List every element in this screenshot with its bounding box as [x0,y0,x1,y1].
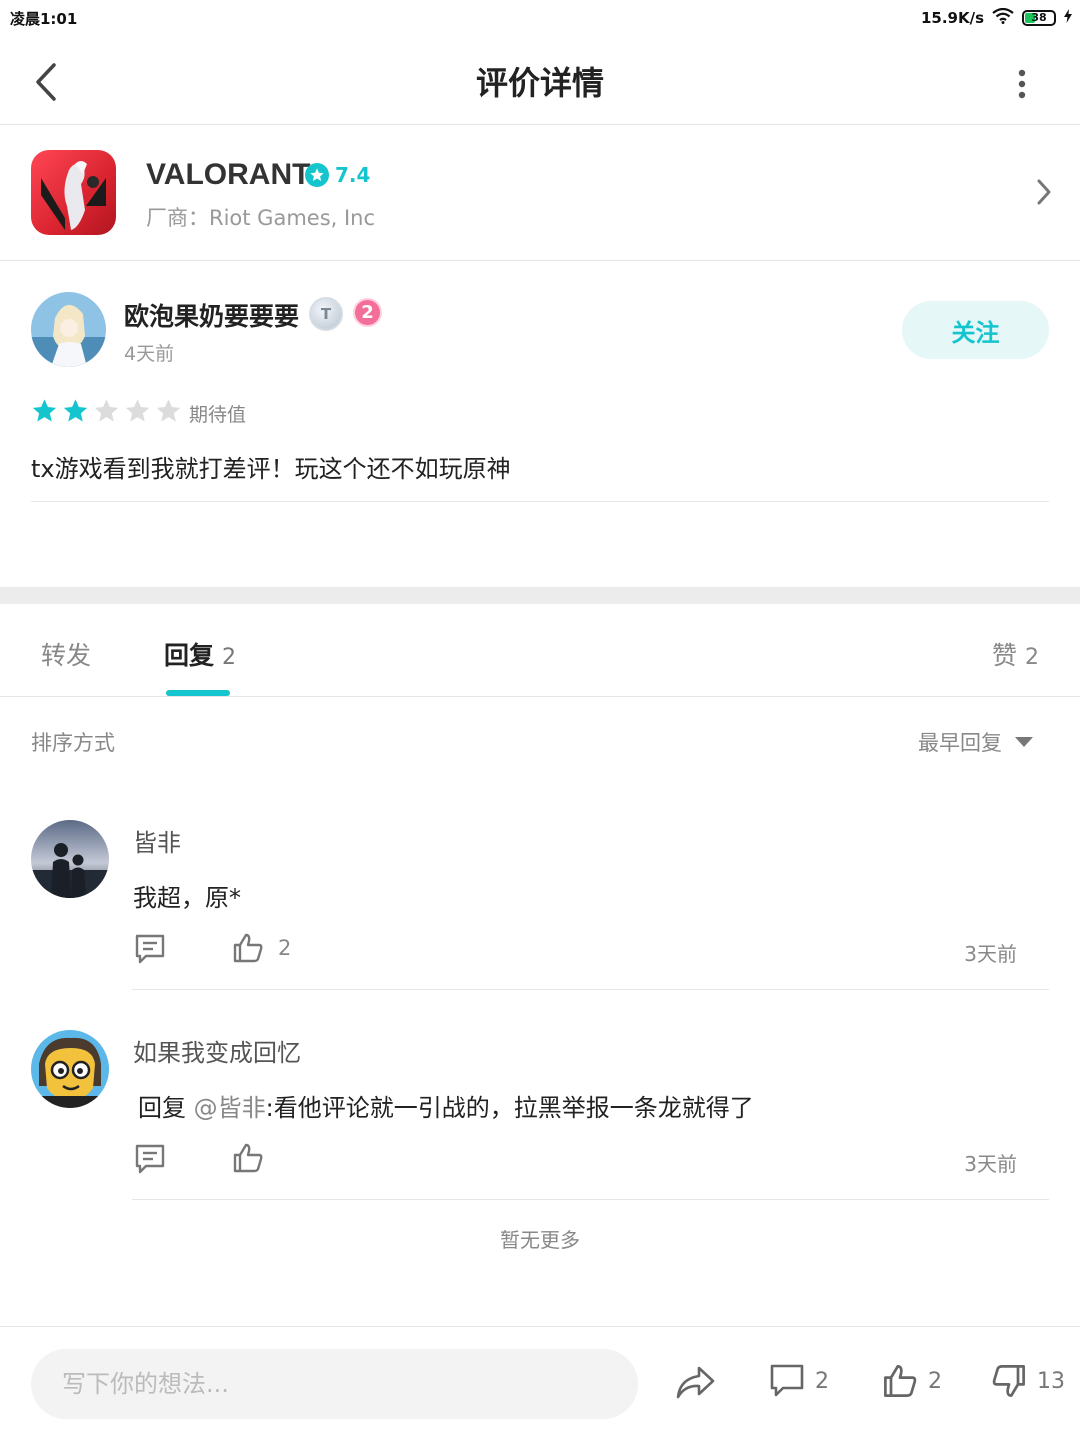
sort-value: 最早回复 [918,731,1002,755]
reply-prefix: 回复 [138,1094,194,1122]
comment-author[interactable]: 如果我变成回忆 [133,1033,301,1068]
follow-button[interactable]: 关注 [902,301,1049,359]
sort-dropdown[interactable]: 最早回复 [918,727,1034,757]
tab-like-label: 赞 [991,641,1017,670]
tab-bar: 转发 回复 2 赞2 [0,604,1080,697]
app-score: 7.4 [335,163,371,187]
active-tab-indicator [166,690,230,696]
divider [132,989,1049,990]
comment-bubble-icon [770,1364,804,1397]
comment-input[interactable] [31,1349,638,1419]
sort-label: 排序方式 [31,731,115,755]
thumbs-up-icon [233,933,263,963]
bottom-comment-button[interactable]: 2 [769,1363,829,1399]
reply-button[interactable] [134,1143,166,1179]
comment-time: 3天前 [964,942,1017,966]
comment-text: 我超，原* [133,884,241,912]
battery-icon: 38 [1022,10,1056,26]
bottom-like-count: 2 [928,1368,942,1394]
app-rating: 7.4 [305,163,370,187]
share-icon [676,1366,715,1399]
star-badge-icon [305,163,329,187]
comment-icon [135,934,165,964]
share-button[interactable] [675,1365,715,1401]
comment-icon [135,1144,165,1174]
more-vertical-icon [1018,69,1026,99]
divider [31,501,1049,502]
more-options-button[interactable] [1002,64,1042,104]
rating-stars [30,397,183,425]
app-icon [31,150,116,235]
comment-avatar[interactable] [31,1030,109,1108]
page-title: 评价详情 [475,64,604,102]
star-empty-icon [125,399,150,422]
mention-link[interactable]: @皆非 [194,1094,266,1122]
charging-icon [1064,9,1072,27]
thumbs-down-icon [992,1365,1025,1397]
review-time: 4天前 [124,343,175,365]
thumbs-up-icon [884,1365,917,1397]
star-filled-icon [63,399,88,422]
star-empty-icon [156,399,181,422]
tab-reply-count: 2 [222,645,237,670]
app-info-row[interactable]: VALORANT 7.4 厂商：Riot Games, Inc [0,126,1080,261]
status-time: 凌晨1:01 [10,10,78,28]
tab-like[interactable]: 赞2 [992,636,1039,672]
network-speed: 15.9K/s [920,9,984,27]
divider [132,1199,1049,1200]
bottom-dislike-button[interactable]: 13 [991,1363,1065,1399]
review-text: tx游戏看到我就打差评！玩这个还不如玩原神 [31,455,511,483]
bottom-dislike-count: 13 [1037,1368,1065,1394]
status-bar: 凌晨1:01 15.9K/s 38 [0,0,1080,36]
star-empty-icon [94,399,119,422]
no-more-text: 暂无更多 [500,1228,580,1252]
review-author-name[interactable]: 欧泡果奶要要要 [124,297,299,333]
reply-text: :看他评论就一引战的，拉黑举报一条龙就得了 [265,1094,754,1122]
level-badge: T [309,297,343,331]
tab-reply-label: 回复 [164,641,215,670]
bottom-comment-count: 2 [815,1368,829,1394]
app-name: VALORANT [146,158,311,191]
bottom-like-button[interactable]: 2 [882,1363,942,1399]
comment-text: 回复 @皆非:看他评论就一引战的，拉黑举报一条龙就得了 [138,1088,754,1123]
tab-like-count: 2 [1025,645,1039,670]
like-count: 2 [278,936,292,960]
wifi-icon [992,7,1014,28]
section-separator [0,587,1080,604]
top-bar: 评价详情 [0,36,1080,125]
status-indicators: 15.9K/s 38 [920,7,1072,28]
comment-time: 3天前 [964,1152,1017,1176]
bottom-action-bar: 2 2 13 [0,1326,1080,1440]
review-author-avatar[interactable] [31,292,106,367]
like-button[interactable] [232,1142,278,1174]
rating-label: 期待值 [189,404,247,426]
caret-down-icon [1015,737,1033,747]
tab-forward[interactable]: 转发 [41,636,91,672]
reply-button[interactable] [134,933,166,969]
app-vendor: 厂商：Riot Games, Inc [146,206,376,230]
comment-author[interactable]: 皆非 [133,823,181,858]
tab-reply[interactable]: 回复 2 [164,636,236,672]
thumbs-up-icon [233,1143,263,1173]
battery-level: 38 [1031,11,1047,24]
comment-avatar[interactable] [31,820,109,898]
like-button[interactable]: 2 [232,932,291,964]
chevron-right-icon [1036,178,1052,210]
rank-badge: 2 [353,298,382,327]
star-filled-icon [32,399,57,422]
